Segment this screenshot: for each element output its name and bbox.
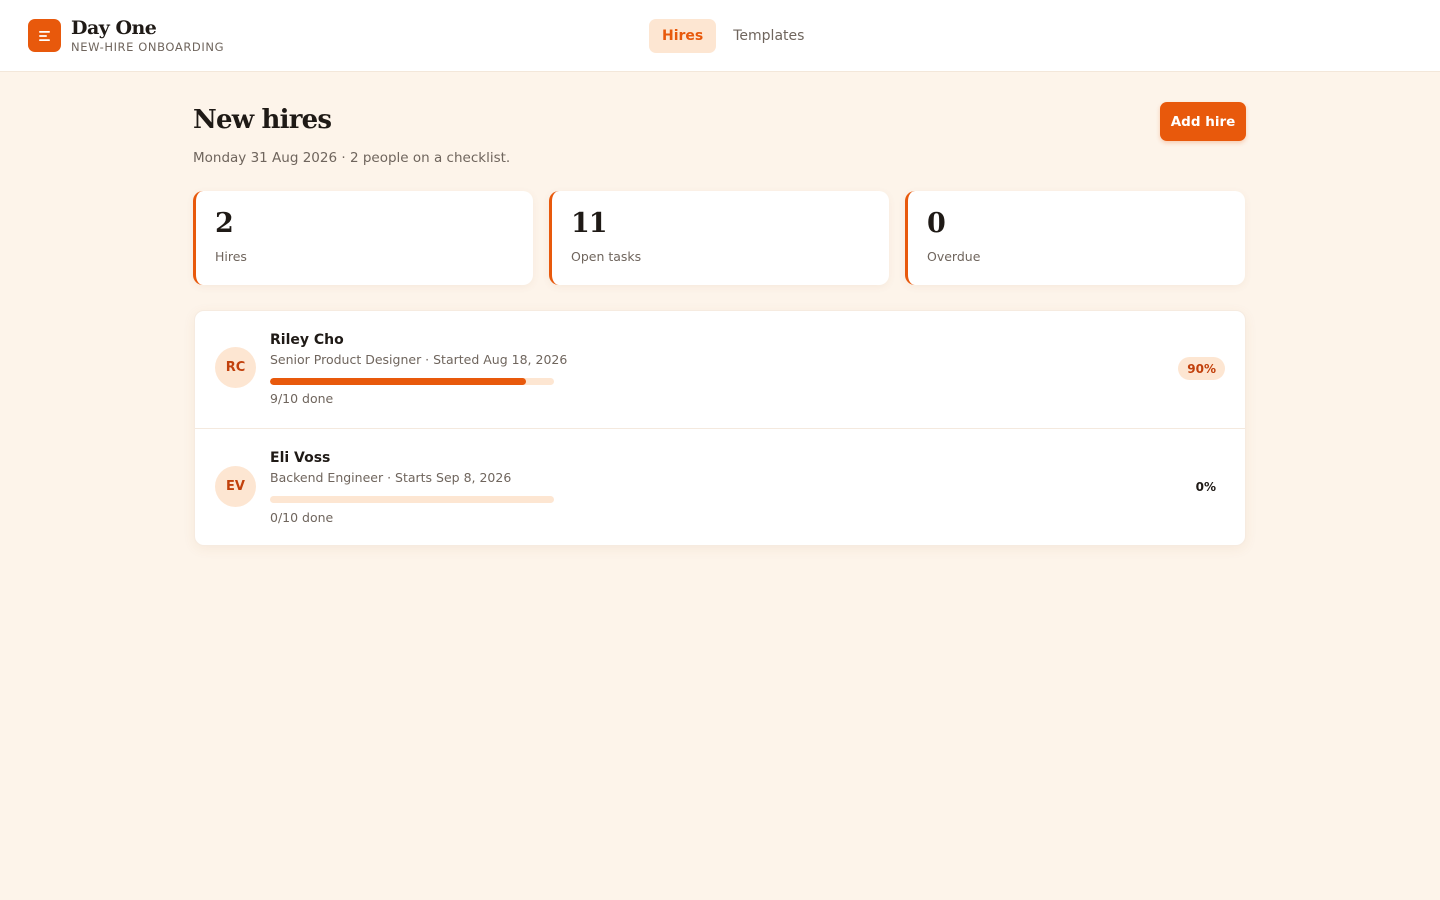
stat-card-overdue: 0 Overdue [905,191,1245,285]
hire-done-count: 0/10 done [270,510,334,525]
stat-label: Open tasks [571,249,642,264]
tab-templates[interactable]: Templates [720,19,817,53]
progress-percent-badge: 90% [1178,357,1225,380]
stat-card-open-tasks: 11 Open tasks [549,191,889,285]
hires-list: RC Riley Cho Senior Product Designer · S… [194,310,1246,546]
progress-bar [270,378,554,385]
hire-meta: Senior Product Designer · Started Aug 18… [270,352,568,367]
progress-bar-fill [270,378,526,385]
brand[interactable]: Day One NEW-HIRE ONBOARDING [28,17,224,54]
progress-percent-badge: 0% [1195,479,1216,494]
avatar: EV [215,466,256,507]
page-title: New hires [193,105,332,135]
hire-row-eli-voss[interactable]: EV Eli Voss Backend Engineer · Starts Se… [195,428,1245,545]
add-hire-button[interactable]: Add hire [1160,102,1246,141]
stat-value: 0 [927,208,946,239]
progress-bar [270,496,554,503]
hire-name: Eli Voss [270,450,331,466]
hire-row-riley-cho[interactable]: RC Riley Cho Senior Product Designer · S… [195,311,1245,428]
stat-label: Hires [215,249,247,264]
avatar: RC [215,347,256,388]
tab-hires[interactable]: Hires [649,19,717,53]
stat-card-hires: 2 Hires [193,191,533,285]
hire-done-count: 9/10 done [270,391,334,406]
stat-label: Overdue [927,249,981,264]
page-subtitle: Monday 31 Aug 2026 · 2 people on a check… [193,150,511,166]
stat-value: 2 [215,208,234,239]
hire-meta: Backend Engineer · Starts Sep 8, 2026 [270,470,512,485]
menu-lines-icon [28,19,61,52]
main-nav: Hires Templates [649,19,817,53]
app-title: Day One [71,17,157,39]
stat-value: 11 [571,208,608,239]
hire-name: Riley Cho [270,332,344,348]
top-bar: Day One NEW-HIRE ONBOARDING Hires Templa… [0,0,1440,72]
app-subtitle: NEW-HIRE ONBOARDING [71,40,225,54]
